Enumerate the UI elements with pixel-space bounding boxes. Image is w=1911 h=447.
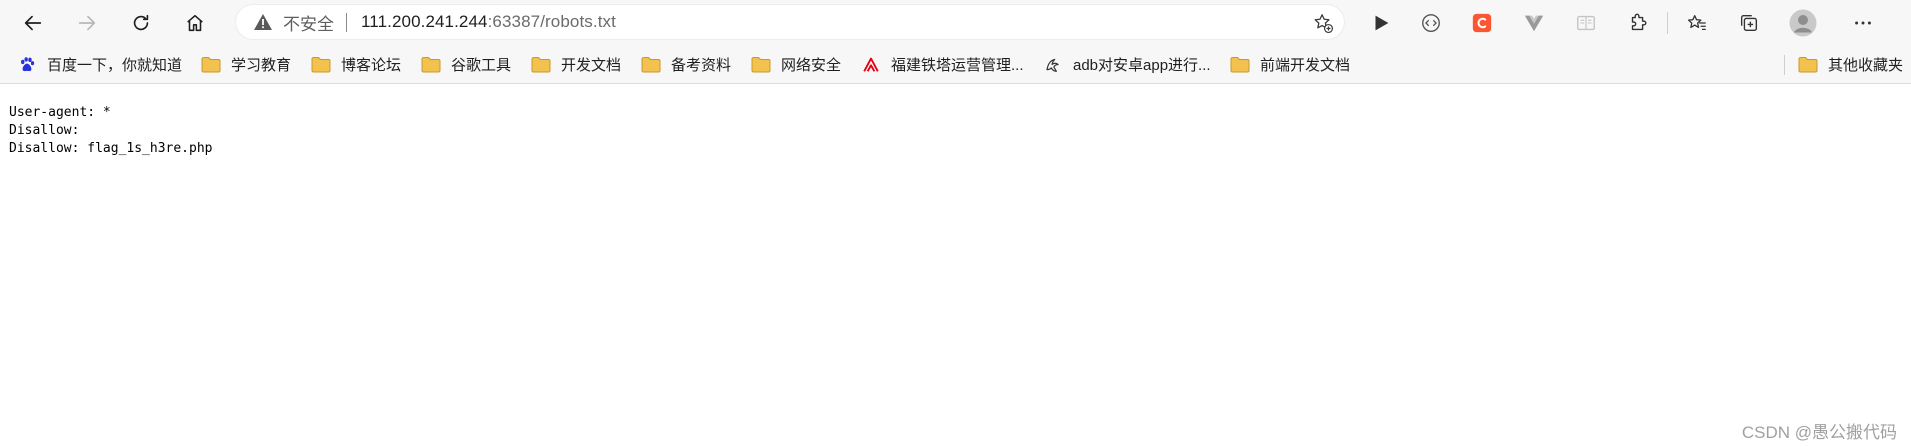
star-plus-icon[interactable]: [1312, 12, 1334, 34]
csdn-c-icon: [1472, 13, 1492, 32]
home-icon: [187, 14, 203, 31]
csdn-watermark: CSDN @愚公搬代码: [1741, 423, 1897, 442]
bookmark-label: 学习教育: [231, 56, 292, 74]
profile-button[interactable]: [1782, 3, 1824, 43]
more-dots-icon: [1855, 21, 1871, 24]
reload-button[interactable]: [121, 3, 161, 43]
folder-icon: [421, 55, 441, 73]
reader-icon: [1577, 15, 1595, 30]
code-extension-button[interactable]: [1410, 3, 1452, 43]
other-bookmarks-folder[interactable]: 其他收藏夹: [1798, 51, 1903, 77]
profile-avatar-icon: [1789, 9, 1817, 36]
collections-icon: [1740, 14, 1758, 31]
code-circle-icon: [1422, 13, 1440, 32]
bookmark-label: 备考资料: [671, 56, 732, 74]
bookmarks-bar: 百度一下，你就知道 学习教育 博客论坛 谷歌工具 开发文档 备考资料 网络安全 …: [0, 45, 1911, 84]
play-icon: [1375, 15, 1389, 30]
robots-line: Disallow: flag_1s_h3re.php: [9, 141, 213, 156]
forward-button[interactable]: [67, 3, 107, 43]
bookmark-fujian-tower[interactable]: 福建铁塔运营管理...: [861, 51, 1024, 77]
folder-icon: [201, 55, 221, 73]
url-port: :63387: [487, 12, 541, 31]
robots-line: User-agent: *: [9, 105, 111, 120]
folder-icon: [1230, 55, 1250, 73]
bookmark-label: 百度一下，你就知道: [47, 56, 183, 74]
bookmark-folder-blog[interactable]: 博客论坛: [311, 51, 401, 77]
bookmark-label: 博客论坛: [341, 56, 402, 74]
bookmark-folder-dev-docs[interactable]: 开发文档: [531, 51, 621, 77]
bookmark-label: 开发文档: [561, 56, 622, 74]
favorites-button[interactable]: [1676, 3, 1718, 43]
puzzle-extensions-icon: [1631, 13, 1647, 30]
bookmark-label: 前端开发文档: [1260, 56, 1351, 74]
extensions-area: [1360, 0, 1884, 45]
bookmark-label: 福建铁塔运营管理...: [891, 56, 1024, 74]
back-button[interactable]: [13, 3, 53, 43]
back-arrow-icon: [24, 15, 42, 30]
bookmark-baidu[interactable]: 百度一下，你就知道: [17, 51, 182, 77]
baidu-paw-icon: [17, 55, 37, 73]
csdn-extension-button[interactable]: [1461, 3, 1503, 43]
folder-icon: [1798, 55, 1818, 73]
url-path: /robots.txt: [540, 12, 616, 31]
reader-extension-button[interactable]: [1565, 3, 1607, 43]
folder-icon: [531, 55, 551, 73]
reload-icon: [133, 14, 149, 30]
bookmark-folder-frontend-docs[interactable]: 前端开发文档: [1230, 51, 1350, 77]
bookmark-label: adb对安卓app进行...: [1073, 56, 1211, 74]
address-bar[interactable]: 不安全 111.200.241.244:63387/robots.txt: [236, 5, 1344, 39]
address-separator: [346, 12, 347, 32]
favorites-star-icon: [1687, 14, 1706, 30]
play-extension-button[interactable]: [1360, 3, 1402, 43]
url-text[interactable]: 111.200.241.244:63387/robots.txt: [361, 12, 616, 32]
bookmark-adb-app[interactable]: adb对安卓app进行...: [1043, 51, 1211, 77]
vue-v-icon: [1524, 15, 1544, 31]
folder-icon: [311, 55, 331, 73]
extensions-button[interactable]: [1617, 3, 1659, 43]
bookmark-label: 其他收藏夹: [1828, 56, 1904, 74]
bookmark-folder-exam[interactable]: 备考资料: [641, 51, 731, 77]
robots-txt-content: User-agent: * Disallow: Disallow: flag_1s_…: [9, 104, 213, 158]
url-host: 111.200.241.244: [361, 12, 488, 31]
bookmark-folder-security[interactable]: 网络安全: [751, 51, 841, 77]
collections-button[interactable]: [1728, 3, 1770, 43]
tower-logo-icon: [861, 55, 881, 73]
forward-arrow-icon: [78, 15, 96, 30]
wolf-logo-icon: [1043, 55, 1063, 73]
toolbar-divider: [1667, 11, 1668, 34]
warning-triangle-icon[interactable]: [253, 12, 273, 32]
bookmarks-divider: [1784, 55, 1785, 75]
security-label[interactable]: 不安全: [283, 10, 334, 35]
bookmark-folder-study[interactable]: 学习教育: [201, 51, 291, 77]
vue-extension-button[interactable]: [1513, 3, 1555, 43]
bookmark-label: 网络安全: [781, 56, 842, 74]
folder-icon: [641, 55, 661, 73]
settings-menu-button[interactable]: [1842, 3, 1884, 43]
folder-icon: [751, 55, 771, 73]
bookmark-folder-google-tools[interactable]: 谷歌工具: [421, 51, 511, 77]
bookmark-label: 谷歌工具: [451, 56, 512, 74]
robots-line: Disallow:: [9, 123, 80, 138]
home-button[interactable]: [175, 3, 215, 43]
